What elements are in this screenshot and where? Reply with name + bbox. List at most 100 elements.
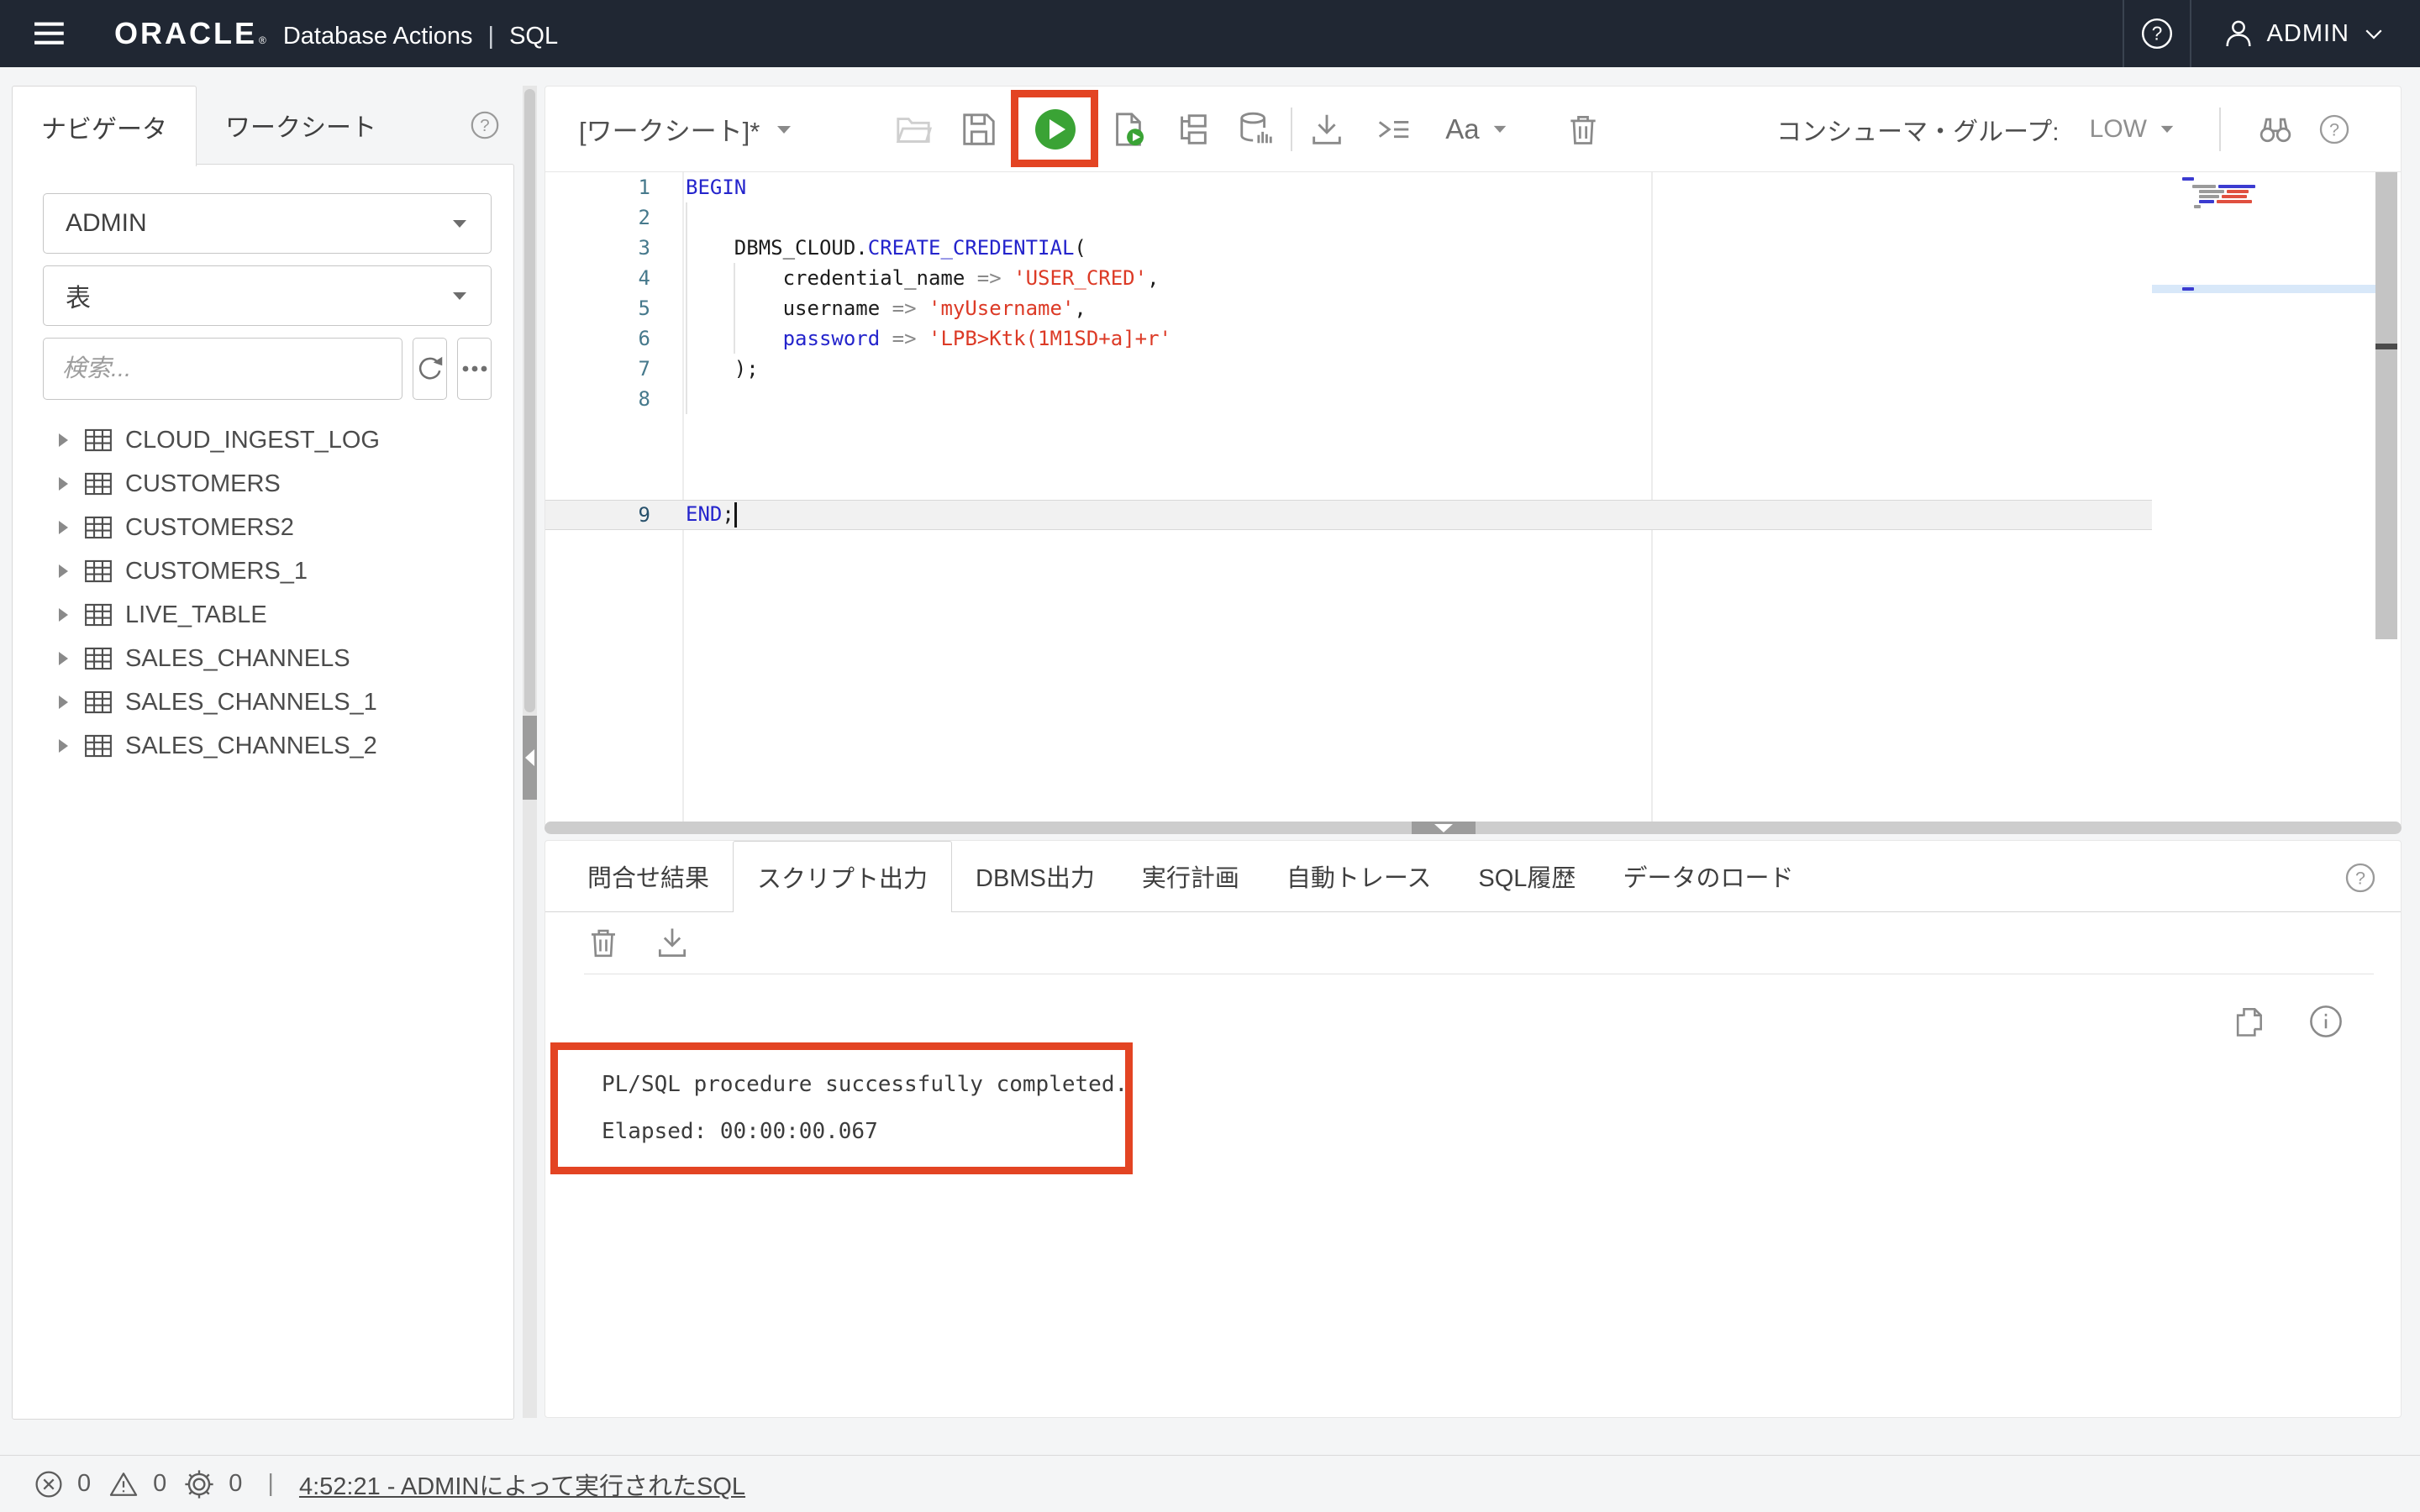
caret-right-icon[interactable] xyxy=(55,474,71,494)
product-name: Database Actions xyxy=(283,23,473,50)
table-icon xyxy=(84,471,113,496)
sidebar-splitter[interactable] xyxy=(523,86,537,1418)
autotrace-button[interactable] xyxy=(1237,110,1276,149)
tab-autotrace[interactable]: 自動トレース xyxy=(1263,841,1455,911)
output-info-button[interactable] xyxy=(2307,1002,2345,1041)
code-line-5[interactable]: 5 username => 'myUsername', xyxy=(545,293,2152,323)
svg-text:?: ? xyxy=(2151,23,2162,45)
code-editor[interactable]: 1 BEGIN 2 3 DBMS_CLOUD.CREATE_CREDENTIAL… xyxy=(545,172,2401,827)
tree-row-customers2[interactable]: CUSTOMERS2 xyxy=(13,506,513,549)
menu-button[interactable] xyxy=(25,8,76,59)
caret-right-icon[interactable] xyxy=(55,517,71,538)
results-panel: 問合せ結果 スクリプト出力 DBMS出力 実行計画 自動トレース SQL履歴 デ… xyxy=(544,840,2402,1418)
status-warnings[interactable]: 0 xyxy=(108,1469,166,1499)
caret-right-icon[interactable] xyxy=(55,605,71,625)
caret-right-icon[interactable] xyxy=(55,648,71,669)
minimap-line xyxy=(2182,287,2194,291)
open-file-button[interactable] xyxy=(894,110,933,149)
tree-row-sales-channels-1[interactable]: SALES_CHANNELS_1 xyxy=(13,680,513,724)
caret-right-icon[interactable] xyxy=(55,736,71,756)
tree-row-live-table[interactable]: LIVE_TABLE xyxy=(13,593,513,637)
object-type-select[interactable]: 表 xyxy=(43,265,492,326)
tab-query-result[interactable]: 問合せ結果 xyxy=(564,841,733,911)
tab-worksheet[interactable]: ワークシート xyxy=(197,86,405,165)
oracle-logo: ORACLE xyxy=(114,16,257,51)
editor-scrollbar[interactable] xyxy=(2375,172,2397,639)
tree-row-sales-channels-2[interactable]: SALES_CHANNELS_2 xyxy=(13,724,513,768)
explain-plan-button[interactable] xyxy=(1173,110,1212,149)
tree-row-customers-1[interactable]: CUSTOMERS_1 xyxy=(13,549,513,593)
object-type-select-value: 表 xyxy=(66,277,450,314)
app-root: ORACLE® Database Actions | SQL ? ADMIN xyxy=(0,0,2420,1512)
status-tasks[interactable]: 0 xyxy=(183,1468,242,1500)
refresh-button[interactable] xyxy=(413,338,447,400)
table-icon xyxy=(84,515,113,540)
font-size-button[interactable]: Aa xyxy=(1445,110,1507,149)
worksheet-selector[interactable]: [ワークシート]* xyxy=(579,110,793,148)
collapse-left-icon xyxy=(525,749,534,766)
worksheet-help-button[interactable]: ? xyxy=(2315,110,2354,149)
copy-output-button[interactable] xyxy=(2229,1002,2268,1041)
run-script-button[interactable] xyxy=(1109,110,1148,149)
download-output-button[interactable] xyxy=(653,923,692,962)
panel-splitter[interactable] xyxy=(544,822,2402,834)
code-line-6[interactable]: 6 password => 'LPB>Ktk(1M1SD+a]+r' xyxy=(545,323,2152,354)
tab-script-output[interactable]: スクリプト出力 xyxy=(733,841,952,912)
caret-right-icon[interactable] xyxy=(55,692,71,712)
more-options-button[interactable] xyxy=(457,338,492,400)
panel-collapse-handle[interactable] xyxy=(1412,822,1476,834)
code-line-8[interactable]: 8 xyxy=(545,384,2152,414)
sidebar-collapse-handle[interactable] xyxy=(523,716,537,800)
clear-output-button[interactable] xyxy=(584,923,623,962)
toolbar-separator-2 xyxy=(2219,108,2221,151)
header-help-button[interactable]: ? xyxy=(2124,0,2190,67)
tree-row-customers[interactable]: CUSTOMERS xyxy=(13,462,513,506)
status-errors[interactable]: 0 xyxy=(34,1469,91,1499)
schema-select[interactable]: ADMIN xyxy=(43,193,492,254)
sidebar-scrollbar[interactable] xyxy=(524,89,535,712)
find-button[interactable] xyxy=(2256,110,2295,149)
tree-row-label: LIVE_TABLE xyxy=(125,601,267,629)
svg-text:?: ? xyxy=(2329,118,2339,139)
run-statement-button[interactable] xyxy=(1035,109,1076,150)
results-help-button[interactable]: ? xyxy=(2344,861,2377,895)
table-tree: CLOUD_INGEST_LOG CUSTOMERS CUSTOMERS2 CU… xyxy=(13,418,513,768)
tree-row-sales-channels[interactable]: SALES_CHANNELS xyxy=(13,637,513,680)
search-input[interactable] xyxy=(43,338,402,400)
code-text: password => 'LPB>Ktk(1M1SD+a]+r' xyxy=(682,327,1171,350)
line-number: 2 xyxy=(545,206,682,229)
tab-data-load[interactable]: データのロード xyxy=(1599,841,1817,911)
editor-scrollbar-thumb[interactable] xyxy=(2375,344,2397,349)
consumer-group-select[interactable]: LOW xyxy=(2090,115,2175,144)
download-editor-button[interactable] xyxy=(1307,110,1346,149)
tree-row-label: SALES_CHANNELS_2 xyxy=(125,732,377,760)
tab-label: DBMS出力 xyxy=(976,858,1095,894)
run-button-wrap xyxy=(1035,109,1076,150)
save-button[interactable] xyxy=(960,110,998,149)
tab-explain-plan[interactable]: 実行計画 xyxy=(1118,841,1263,911)
code-line-2[interactable]: 2 xyxy=(545,202,2152,233)
user-menu[interactable]: ADMIN xyxy=(2191,0,2420,67)
code-line-1[interactable]: 1 BEGIN xyxy=(545,172,2152,202)
tab-sql-history[interactable]: SQL履歴 xyxy=(1455,841,1599,911)
tab-dbms-output[interactable]: DBMS出力 xyxy=(952,841,1118,911)
minimap-line xyxy=(2199,195,2219,198)
registered-mark: ® xyxy=(259,34,266,46)
last-executed-sql-link[interactable]: 4:52:21 - ADMINによって実行されたSQL xyxy=(299,1467,745,1502)
tab-label: 自動トレース xyxy=(1286,858,1432,894)
tree-row-cloud-ingest-log[interactable]: CLOUD_INGEST_LOG xyxy=(13,418,513,462)
tab-navigator[interactable]: ナビゲータ xyxy=(12,86,197,166)
clear-worksheet-button[interactable] xyxy=(1564,110,1602,149)
sidebar-help-button[interactable]: ? xyxy=(469,109,501,141)
script-output-line: PL/SQL procedure successfully completed. xyxy=(602,1072,1125,1097)
save-icon xyxy=(960,110,998,149)
code-line-7[interactable]: 7 ); xyxy=(545,354,2152,384)
line-number: 5 xyxy=(545,297,682,320)
caret-right-icon[interactable] xyxy=(55,561,71,581)
format-button[interactable] xyxy=(1375,110,1413,149)
editor-minimap[interactable] xyxy=(2181,174,2375,233)
code-line-4[interactable]: 4 credential_name => 'USER_CRED', xyxy=(545,263,2152,293)
code-line-9[interactable]: 9 END; xyxy=(545,500,2152,530)
code-line-3[interactable]: 3 DBMS_CLOUD.CREATE_CREDENTIAL( xyxy=(545,233,2152,263)
caret-right-icon[interactable] xyxy=(55,430,71,450)
